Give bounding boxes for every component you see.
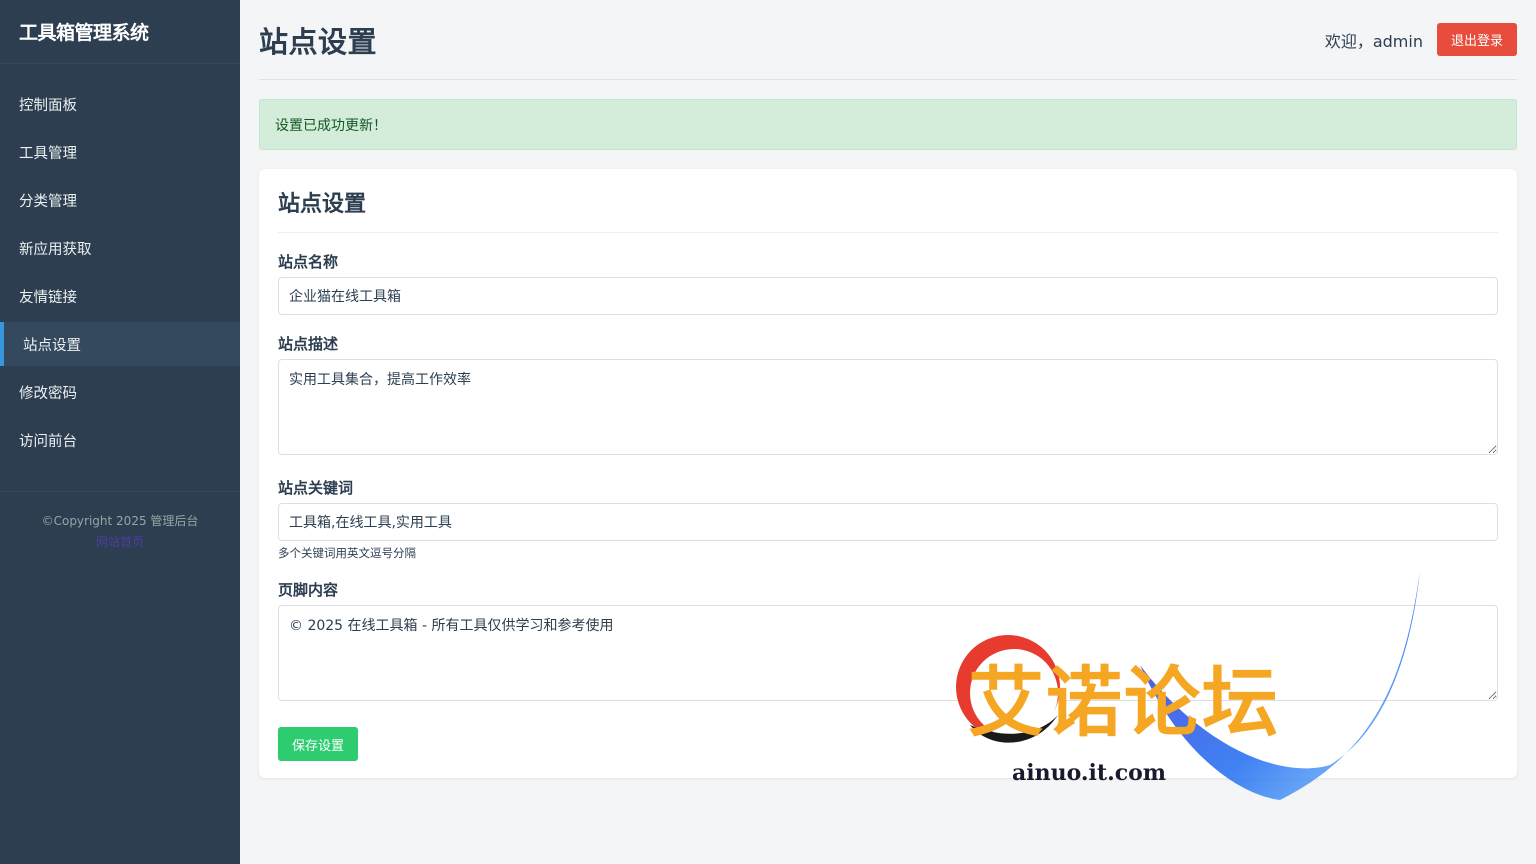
site-name-field-group: 站点名称 企业猫在线工具箱 [278,251,1498,315]
success-alert: 设置已成功更新！ [259,99,1517,150]
sidebar-nav: 控制面板 工具管理 分类管理 新应用获取 友情链接 站点设置 修改密码 访问前台 [0,64,240,462]
main-content: 站点设置 欢迎，admin 退出登录 设置已成功更新！ 站点设置 站点名称 企业… [259,0,1517,778]
keywords-help-text: 多个关键词用英文逗号分隔 [278,546,416,560]
footer-label: 页脚内容 [278,581,339,599]
footer-home-link[interactable]: 网站首页 [0,533,240,550]
sidebar: 工具箱管理系统 控制面板 工具管理 分类管理 新应用获取 友情链接 站点设置 修… [0,0,240,864]
save-settings-button[interactable]: 保存设置 [278,727,359,761]
sidebar-item-visit-frontend[interactable]: 访问前台 [0,418,240,462]
sidebar-item-new-apps[interactable]: 新应用获取 [0,226,240,270]
sidebar-item-change-password[interactable]: 修改密码 [0,370,240,414]
site-name-input[interactable]: 企业猫在线工具箱 [278,277,1498,315]
footer-textarea[interactable]: © 2025 在线工具箱 - 所有工具仅供学习和参考使用 [278,605,1498,701]
sidebar-item-friend-links[interactable]: 友情链接 [0,274,240,318]
logout-button[interactable]: 退出登录 [1436,23,1517,56]
user-box: 欢迎，admin 退出登录 [1325,23,1517,56]
site-desc-field-group: 站点描述 实用工具集合，提高工作效率 [278,333,1498,459]
site-keywords-label: 站点关键词 [278,479,354,497]
site-desc-textarea[interactable]: 实用工具集合，提高工作效率 [278,359,1498,455]
sidebar-item-dashboard[interactable]: 控制面板 [0,82,240,126]
sidebar-item-categories[interactable]: 分类管理 [0,178,240,222]
site-keywords-field-group: 站点关键词 工具箱,在线工具,实用工具 多个关键词用英文逗号分隔 [278,477,1498,561]
top-bar: 站点设置 欢迎，admin 退出登录 [259,0,1517,80]
copyright-text: ©Copyright 2025 管理后台 [41,514,199,528]
site-name-label: 站点名称 [278,253,339,271]
page-title: 站点设置 [259,24,378,59]
footer-field-group: 页脚内容 © 2025 在线工具箱 - 所有工具仅供学习和参考使用 [278,579,1498,705]
sidebar-item-tools[interactable]: 工具管理 [0,130,240,174]
site-keywords-input[interactable]: 工具箱,在线工具,实用工具 [278,503,1498,541]
settings-card: 站点设置 站点名称 企业猫在线工具箱 站点描述 实用工具集合，提高工作效率 站点… [259,169,1517,778]
sidebar-item-site-settings[interactable]: 站点设置 [0,322,240,366]
app-brand: 工具箱管理系统 [0,0,240,64]
welcome-text: 欢迎，admin [1324,31,1423,51]
site-desc-label: 站点描述 [278,335,339,353]
card-title: 站点设置 [278,169,1498,233]
sidebar-footer: ©Copyright 2025 管理后台 网站首页 [0,491,240,550]
